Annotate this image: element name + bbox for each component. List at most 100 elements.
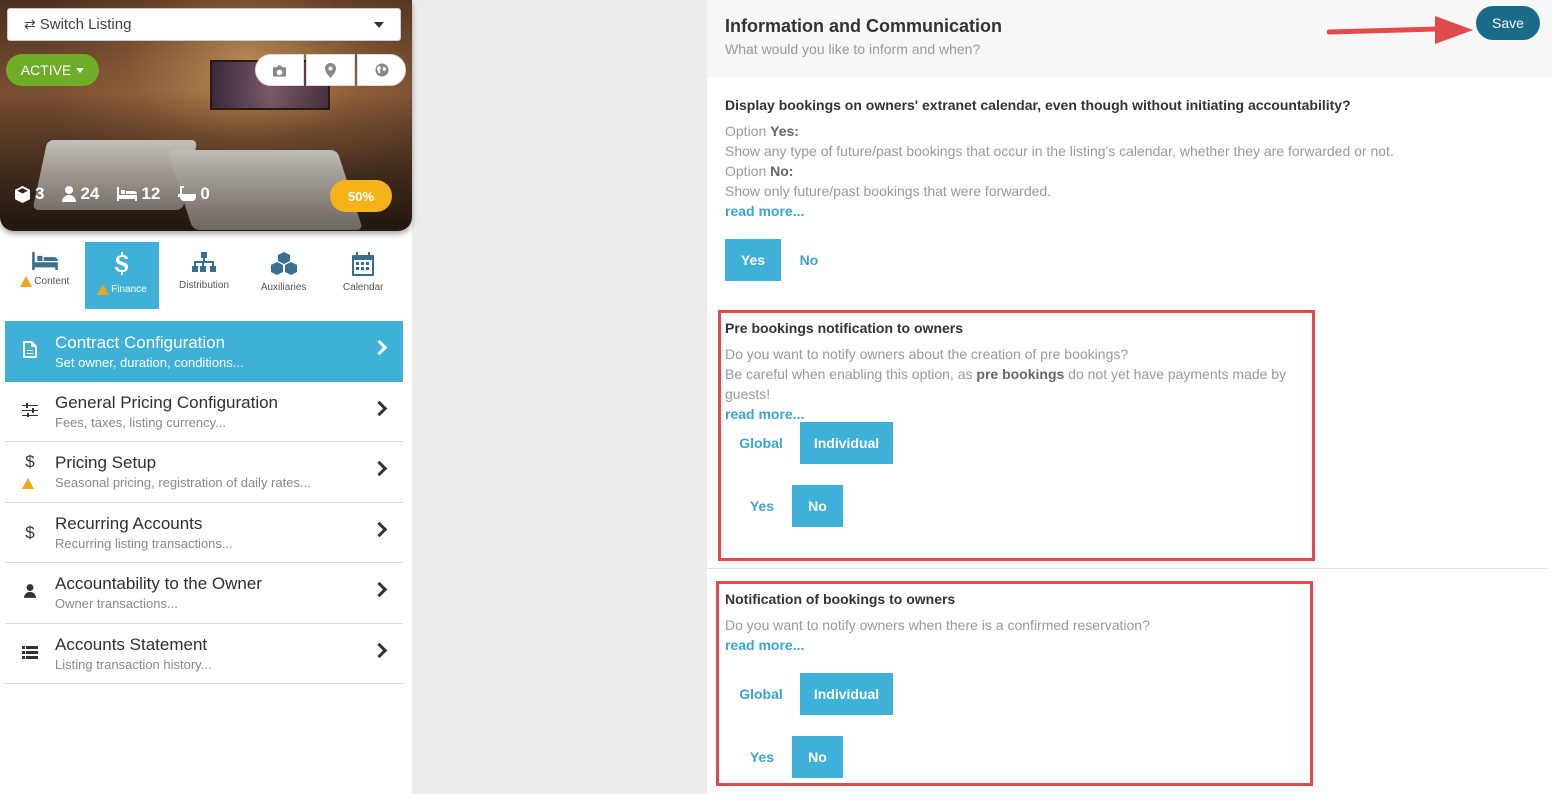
save-button[interactable]: Save — [1476, 6, 1540, 40]
dollar-icon — [114, 252, 128, 275]
guests-count: 24 — [80, 184, 100, 203]
tab-content[interactable]: Content — [5, 242, 85, 309]
sitemap-icon — [192, 252, 217, 272]
menu-item-general-pricing[interactable]: General Pricing Configuration Fees, taxe… — [5, 382, 403, 442]
dollar-icon: $ — [25, 452, 35, 471]
pre-yes-button[interactable]: Yes — [741, 485, 783, 527]
completion-badge: 50% — [330, 180, 392, 212]
chevron-down-icon — [374, 22, 384, 28]
section-question: Notification of bookings to owners — [725, 591, 956, 607]
menu-item-title: Contract Configuration — [55, 332, 226, 352]
booking-yes-button[interactable]: Yes — [741, 736, 783, 778]
menu-item-subtitle: Fees, taxes, listing currency... — [55, 414, 226, 430]
divider — [707, 568, 1547, 569]
media-buttons — [255, 54, 406, 86]
pre-bookings-section: Pre bookings notification to owners Do y… — [725, 320, 1315, 422]
calendar-yes-button[interactable]: Yes — [725, 239, 781, 281]
section-question: Display bookings on owners' extranet cal… — [725, 97, 1351, 113]
read-more-link[interactable]: read more... — [725, 203, 1535, 219]
booking-individual-button[interactable]: Individual — [800, 673, 893, 715]
menu-item-contract-configuration[interactable]: Contract Configuration Set owner, durati… — [5, 321, 403, 382]
read-more-link[interactable]: read more... — [725, 406, 1315, 422]
switch-listing-label: Switch Listing — [39, 16, 132, 33]
section-tabs: Content Finance Distribution Auxiliaries… — [5, 242, 403, 309]
chevron-right-icon — [371, 581, 388, 598]
bed-icon — [117, 187, 138, 201]
settings-panel: Information and Communication What would… — [707, 0, 1552, 794]
list-icon — [21, 644, 39, 664]
menu-item-recurring-accounts[interactable]: $ Recurring Accounts Recurring listing t… — [5, 503, 403, 563]
warning-icon — [20, 276, 33, 287]
swap-icon: ⇄ — [24, 16, 36, 32]
listing-stats: 3 24 12 0 — [14, 184, 210, 204]
cube-icon — [15, 185, 30, 203]
chevron-right-icon — [371, 521, 388, 537]
user-icon — [62, 186, 77, 202]
menu-item-accountability-owner[interactable]: Accountability to the Owner Owner transa… — [5, 563, 403, 624]
menu-item-accounts-statement[interactable]: Accounts Statement Listing transaction h… — [5, 624, 403, 684]
section-question: Pre bookings notification to owners — [725, 320, 964, 336]
tab-distribution[interactable]: Distribution — [164, 242, 244, 309]
menu-item-subtitle: Recurring listing transactions... — [55, 535, 233, 551]
pre-individual-button[interactable]: Individual — [800, 422, 893, 464]
tab-content-label: Content — [34, 276, 70, 287]
section-description: Do you want to notify owners about the c… — [725, 346, 1287, 402]
status-button[interactable]: ACTIVE — [6, 54, 99, 86]
menu-item-title: Accountability to the Owner — [55, 574, 262, 594]
menu-item-title: Pricing Setup — [55, 453, 157, 473]
section-description: Option Yes: Show any type of future/past… — [725, 123, 1394, 199]
finance-menu: Contract Configuration Set owner, durati… — [5, 321, 403, 684]
chevron-right-icon — [371, 400, 388, 416]
status-label: ACTIVE — [20, 62, 72, 78]
calendar-no-button[interactable]: No — [787, 239, 831, 281]
listing-sidebar: ⇄ Switch Listing ACTIVE 3 24 12 0 50% Co… — [0, 0, 412, 794]
bed-icon — [31, 252, 58, 270]
tab-finance[interactable]: Finance — [84, 242, 160, 309]
red-arrow-annotation — [1327, 16, 1473, 44]
read-more-link[interactable]: read more... — [725, 637, 1315, 653]
warning-icon — [97, 284, 110, 295]
chevron-right-icon — [371, 642, 388, 658]
menu-item-subtitle: Owner transactions... — [55, 596, 178, 612]
chevron-right-icon — [371, 460, 388, 477]
pre-global-button[interactable]: Global — [735, 422, 787, 464]
warning-icon — [22, 478, 34, 489]
camera-button[interactable] — [255, 54, 304, 86]
switch-listing-dropdown[interactable]: ⇄ Switch Listing — [7, 8, 401, 41]
user-icon — [21, 583, 39, 603]
menu-item-subtitle: Listing transaction history... — [55, 656, 212, 672]
chevron-right-icon — [371, 339, 388, 356]
pre-no-button[interactable]: No — [792, 485, 843, 527]
cubes-icon — [270, 252, 297, 275]
baths-stat: 0 — [178, 184, 210, 204]
tab-calendar-label: Calendar — [342, 282, 384, 293]
tab-calendar[interactable]: Calendar — [323, 242, 403, 309]
menu-item-title: General Pricing Configuration — [55, 392, 279, 412]
caret-down-icon — [76, 67, 85, 73]
tab-auxiliaries-label: Auxiliaries — [260, 282, 307, 293]
section-description: Do you want to notify owners when there … — [725, 617, 1150, 633]
location-button[interactable] — [306, 54, 355, 86]
dollar-icon: $ — [25, 522, 35, 542]
menu-item-title: Recurring Accounts — [55, 513, 203, 533]
rooms-count: 3 — [35, 184, 45, 203]
menu-item-title: Accounts Statement — [55, 634, 208, 654]
tab-auxiliaries[interactable]: Auxiliaries — [244, 242, 324, 309]
sliders-icon — [21, 402, 39, 422]
tab-finance-label: Finance — [111, 284, 147, 295]
menu-item-pricing-setup[interactable]: $ Pricing Setup Seasonal pricing, regist… — [5, 442, 403, 503]
menu-item-subtitle: Set owner, duration, conditions... — [55, 354, 244, 370]
app-root: ⇄ Switch Listing ACTIVE 3 24 12 0 50% Co… — [0, 0, 1552, 794]
camera-icon — [272, 64, 287, 77]
guests-stat: 24 — [62, 184, 99, 204]
calendar-icon — [352, 252, 375, 276]
globe-button[interactable] — [357, 54, 406, 86]
booking-global-button[interactable]: Global — [735, 673, 787, 715]
document-icon — [21, 341, 39, 363]
baths-count: 0 — [200, 184, 210, 203]
menu-item-subtitle: Seasonal pricing, registration of daily … — [55, 475, 311, 491]
beds-count: 12 — [141, 184, 161, 203]
map-pin-icon — [325, 62, 336, 78]
beds-stat: 12 — [117, 184, 160, 204]
booking-no-button[interactable]: No — [792, 736, 843, 778]
